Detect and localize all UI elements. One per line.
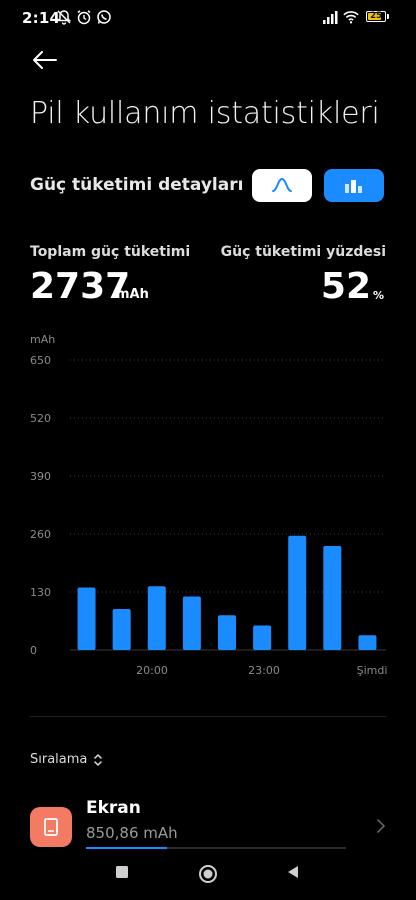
app-name[interactable]: Ekran [86,798,141,818]
usage-bar-fill [86,847,167,849]
x-tick-label: Şimdi [357,664,388,677]
consumption-percent-label: Güç tüketimi yüzdesi [220,244,386,260]
chart-bar [182,596,201,650]
sort-label: Sıralama [30,752,88,767]
home-button-icon[interactable] [198,864,218,884]
status-time: 2:14 [22,9,61,27]
line-chart-icon [272,177,292,192]
consumption-percent-unit: % [372,289,384,302]
chart-bar [147,586,166,650]
line-chart-toggle[interactable] [252,169,312,202]
whatsapp-icon [97,10,111,24]
chart-bar [77,587,96,650]
total-consumption-label: Toplam güç tüketimi [30,244,191,260]
y-tick-label: 0 [30,644,37,657]
y-tick-label: 650 [30,354,51,367]
chart-bar [253,625,272,650]
consumption-percent-value: 52 [320,266,371,307]
chart-bar [218,615,236,650]
y-axis-label: mAh [30,333,55,346]
chevron-right-icon[interactable] [374,818,388,834]
battery-tip [387,14,389,19]
chart-bar [288,535,307,650]
signal-icon [323,11,338,24]
chart-bar [358,635,377,650]
screen-app-icon [30,807,72,847]
alarm-icon [77,10,91,25]
wifi-icon [343,11,359,24]
consumption-bar-chart: mAh 650 520 390 260 130 0 20:00 23:00 Şimdi [30,333,388,677]
back-arrow-icon[interactable] [30,45,60,75]
chart-bar [112,608,131,650]
app-consumption: 850,86 mAh [86,824,178,842]
notifications-off-icon [56,10,72,25]
y-tick-label: 260 [30,528,51,541]
battery-icon: 25 [366,11,386,22]
battery-level: 25 [370,11,382,21]
section-title: Güç tüketimi detayları [30,175,244,195]
y-tick-label: 520 [30,412,51,425]
sort-button[interactable]: Sıralama [30,752,103,767]
total-consumption-unit: mAh [116,287,149,302]
bar-chart-toggle[interactable] [324,169,384,202]
back-button-icon[interactable] [285,864,301,880]
screen-icon [44,818,58,836]
page-title: Pil kullanım istatistikleri [30,96,380,131]
sort-icon [94,753,103,766]
chart-bar [323,546,342,650]
x-tick-label: 20:00 [136,664,168,677]
bar-chart-icon [345,180,362,193]
y-tick-label: 130 [30,586,51,599]
y-tick-label: 390 [30,470,51,483]
recents-button-icon[interactable] [114,864,130,880]
divider [30,716,386,717]
x-tick-label: 23:00 [248,664,280,677]
